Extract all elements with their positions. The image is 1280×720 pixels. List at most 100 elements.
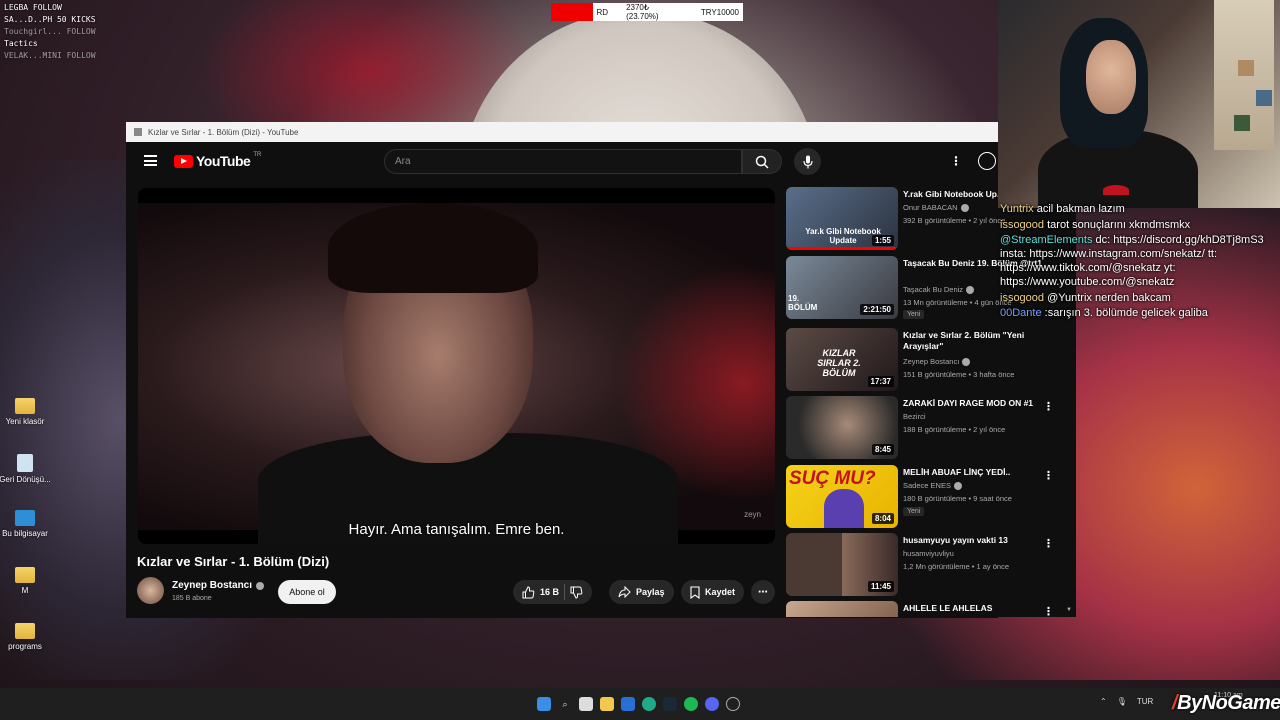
overlay-line: Touchgirl... FOLLOW [4,27,96,36]
video-duration: 8:04 [871,513,894,524]
overlay-line: Tactics [4,39,38,48]
recommendation-item[interactable]: KIZLAR SIRLAR 2. BÖLÜM 17:37 Kızlar ve S… [786,328,1076,392]
steam-icon[interactable] [663,697,677,711]
language-indicator[interactable]: TUR [1137,697,1153,706]
chat-text: tarot sonuçlarını xkmdmsmkx [1047,218,1191,231]
recommendation-title[interactable]: husamyuyu yayın vakti 13 [903,535,1051,546]
youtube-logo[interactable]: YouTube TR [174,152,262,169]
recycle-bin-icon [17,454,33,472]
scroll-down-arrow-icon[interactable]: ▼ [1066,607,1072,613]
video-thumbnail[interactable]: 8:45 [786,396,898,459]
edge-icon[interactable] [642,697,656,711]
thumbnail-text: SUÇ MU? [789,468,876,489]
recommendation-title[interactable]: AHLELE LE AHLELAS [903,603,1051,614]
verified-icon [962,357,971,366]
microphone-icon[interactable]: 🎙 [1117,697,1127,706]
chat-message: issogood tarot sonuçlarını xkmdmsmkx [1000,218,1280,232]
search-icon [755,155,769,169]
desktop-icon-recycle-bin[interactable]: Geri Dönüşü... [0,454,55,484]
more-actions-button[interactable]: ⋯ [751,580,775,604]
discord-icon[interactable] [705,697,719,711]
youtube-header: YouTube TR Ara ⋮ [126,142,1076,180]
account-icon[interactable] [978,152,996,170]
system-tray: ⌃ 🎙 TUR [1100,697,1153,706]
obs-icon[interactable] [726,697,740,711]
verified-icon [960,203,969,212]
more-options-icon[interactable]: ⋮ [1043,400,1054,413]
taskbar-pinned-apps: ⌕ [537,697,740,711]
recommendation-title[interactable]: MELİH ABUAF LİNÇ YEDİ.. [903,467,1051,478]
donation-ticker: RD 2370₺ (23.70%) TRY10000 [551,3,743,21]
save-button[interactable]: Kaydet [681,580,745,604]
stream-chat: Yuntrix acil bakman lazım issogood tarot… [1000,202,1280,322]
recommendation-meta: 151 B görüntüleme • 3 hafta önce [903,370,1015,379]
thumbs-down-icon[interactable] [570,586,583,599]
channel-name[interactable]: Zeynep Bostancı [172,580,265,591]
video-duration: 17:37 [867,376,894,387]
desktop-icon-new-folder[interactable]: Yeni klasör [0,398,55,426]
channel-name-text: Zeynep Bostancı [172,580,253,591]
chat-username: @StreamElements [1000,234,1093,246]
video-thumbnail[interactable]: Yar.k Gibi Notebook Update 1:55 [786,187,898,250]
store-icon[interactable] [621,697,635,711]
chat-message: issogood @Yuntrix nerden bakcam [1000,291,1280,305]
video-subtitle: Hayır. Ama tanışalım. Emre ben. [348,521,565,538]
chevron-up-icon[interactable]: ⌃ [1100,697,1107,706]
recommendation-channel[interactable]: Onur BABACAN [903,203,969,212]
chat-message: 00Dante :sarışın 3. bölümde gelicek gali… [1000,306,1280,320]
video-player[interactable]: zeyn Hayır. Ama tanışalım. Emre ben. [138,188,775,544]
video-thumbnail[interactable]: SUÇ MU? 8:04 [786,465,898,528]
recommendation-item[interactable]: SUÇ MU? 8:04 MELİH ABUAF LİNÇ YEDİ.. Sad… [786,465,1076,529]
desktop-icon-programs[interactable]: programs [0,623,55,651]
bynogame-logo: /ByNoGame [1172,692,1280,714]
like-count[interactable]: 16 B [540,587,559,597]
menu-icon[interactable] [144,155,157,166]
thumbs-up-icon[interactable] [522,585,535,599]
video-thumbnail[interactable] [786,601,898,617]
desktop-icon-m[interactable]: M [0,567,55,595]
file-explorer-icon[interactable] [600,697,614,711]
ticker-progress: 2370₺ (23.70%) [626,3,659,21]
recommendation-channel[interactable]: husamviyuvliyu [903,549,954,558]
search-input[interactable]: Ara [384,149,742,174]
search-placeholder: Ara [395,156,411,167]
start-icon[interactable] [537,697,551,711]
verified-icon [953,481,962,490]
chat-username: Yuntrix [1000,203,1034,215]
voice-search-button[interactable] [794,148,821,175]
logo-text: YouTube [196,153,251,169]
spotify-icon[interactable] [684,697,698,711]
chat-text: acil bakman lazım [1036,203,1125,215]
folder-icon [15,398,35,414]
video-thumbnail[interactable]: 11:45 [786,533,898,596]
chat-message: @StreamElements dc: https://discord.gg/k… [1000,233,1280,289]
recommendation-channel[interactable]: Sadece ENES [903,481,962,490]
more-options-icon[interactable]: ⋮ [1043,605,1054,617]
more-options-icon[interactable]: ⋮ [1043,469,1054,482]
search-icon[interactable]: ⌕ [558,697,572,711]
recommendation-channel[interactable]: Taşacak Bu Deniz [903,285,975,294]
recommendation-title[interactable]: Kızlar ve Sırlar 2. Bölüm "Yeni Arayışla… [903,330,1051,352]
computer-icon [15,510,35,526]
recommendation-title[interactable]: ZARAKİ DAYI RAGE MOD ON #1 [903,398,1051,409]
subscribe-button[interactable]: Abone ol [278,580,336,604]
recommendation-meta: 180 B görüntüleme • 9 saat önce [903,494,1012,503]
logo-region: TR [253,152,262,158]
recommendation-item[interactable]: 11:45 husamyuyu yayın vakti 13 husamviyu… [786,533,1076,597]
channel-avatar[interactable] [137,577,164,604]
task-view-icon[interactable] [579,697,593,711]
video-duration: 8:45 [871,444,894,455]
more-options-icon[interactable]: ⋮ [1043,537,1054,550]
recommendation-channel[interactable]: Bezirci [903,412,926,421]
recommendation-item[interactable]: 8:45 ZARAKİ DAYI RAGE MOD ON #1 Bezirci … [786,396,1076,460]
recommendation-channel[interactable]: Zeynep Bostancı [903,357,971,366]
window-titlebar[interactable]: Kızlar ve Sırlar - 1. Bölüm (Dizi) - You… [126,122,998,142]
video-thumbnail[interactable]: KIZLAR SIRLAR 2. BÖLÜM 17:37 [786,328,898,391]
desktop-icon-this-pc[interactable]: Bu bilgisayar [0,510,55,538]
more-options-icon[interactable]: ⋮ [950,154,962,168]
share-button[interactable]: Paylaş [609,580,674,604]
search-button[interactable] [742,149,782,174]
chat-username: issogood [1000,291,1045,304]
video-thumbnail[interactable]: 19. BÖLÜM 2:21:50 [786,256,898,319]
recommendation-item[interactable]: AHLELE LE AHLELAS ⋮ [786,601,1076,617]
